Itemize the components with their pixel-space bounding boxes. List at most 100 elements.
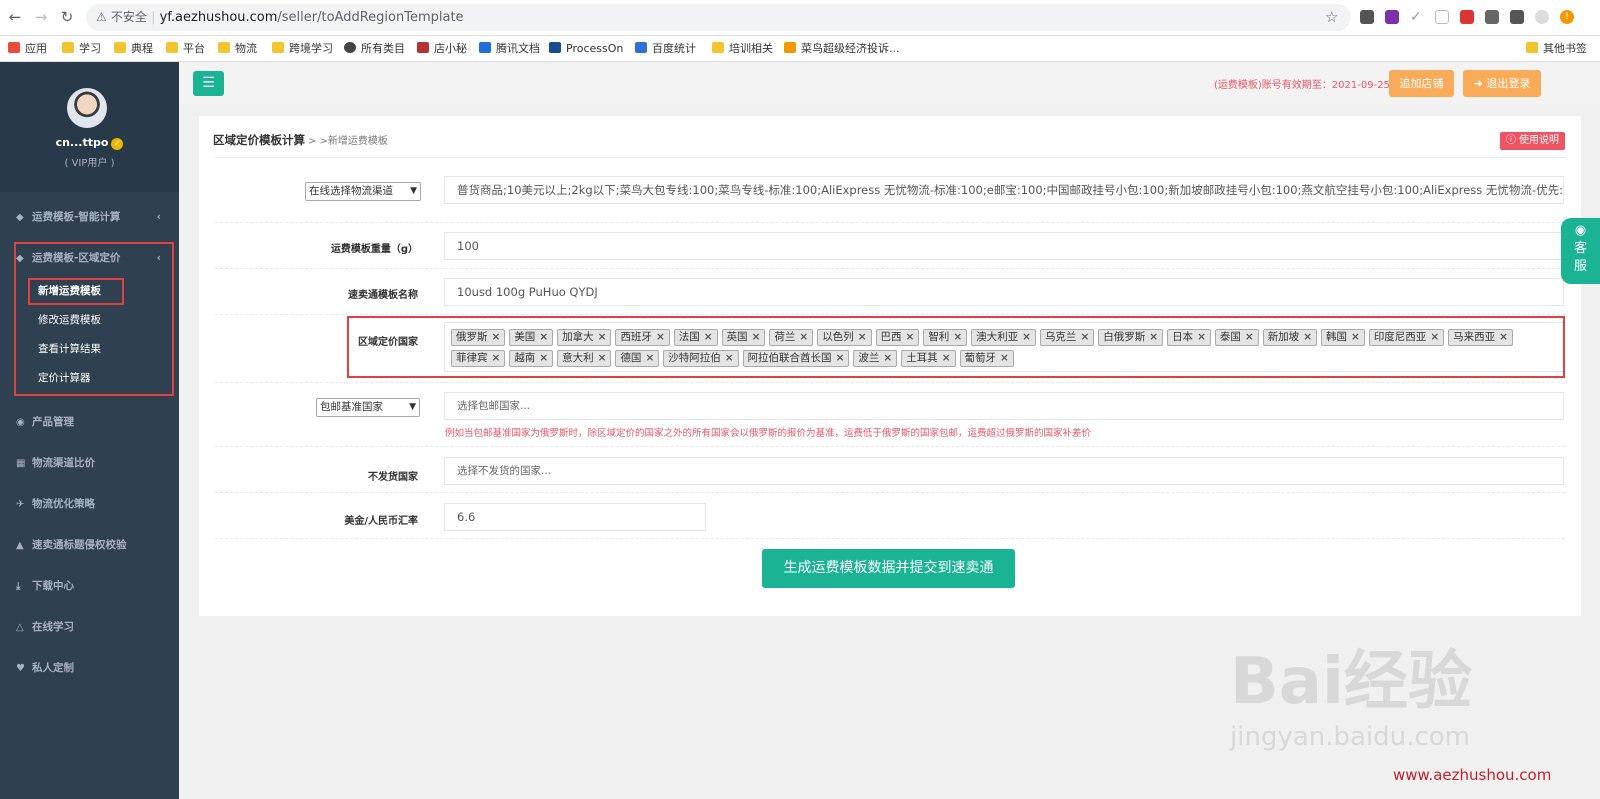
menu-label: 产品管理 [32,416,74,428]
download-icon: ⤓ [16,581,21,592]
base-country-select[interactable]: 包邮基准国家 ▼ [316,398,420,417]
weight-input[interactable]: 100 [444,232,1564,260]
heart-icon: ♥ [16,663,25,674]
select-value: 在线选择物流渠道 [309,185,393,197]
logout-button[interactable]: ➜ 退出登录 [1463,70,1541,97]
bookmark-item[interactable]: 典程 [114,42,153,56]
chevron-down-icon: ▼ [410,186,417,196]
menu-label: 运费模板-智能计算 [32,211,121,223]
divider [215,382,1565,383]
breadcrumb: > >新增运费模板 [308,136,388,147]
site-icon [417,42,429,53]
help-label: 使用说明 [1519,135,1559,146]
username[interactable]: cn...ttpo ✓ [0,136,179,150]
question-icon: ⓘ [1505,135,1519,146]
bookmark-label: ProcessOn [566,42,624,55]
puzzle-icon[interactable] [1510,10,1524,24]
folder-icon [1526,42,1538,53]
chevron-down-icon: ▼ [409,402,416,412]
extension-icon[interactable] [1460,10,1474,24]
back-icon[interactable]: ← [6,8,24,26]
base-country-input[interactable]: 选择包邮国家... [444,392,1564,420]
divider [215,268,1565,269]
bookmark-item[interactable]: 物流 [218,42,257,56]
expiry-text: (运费模板)账号有效期至：2021-09-25 [1214,80,1390,91]
alert-icon[interactable]: ! [1560,10,1574,24]
bookmark-item[interactable]: 菜鸟超级经济投诉... [784,42,900,56]
site-icon [479,42,491,53]
menu-smart-calc[interactable]: ◆ 运费模板-智能计算 ‹ [0,199,179,235]
address-bar[interactable]: ⚠ 不安全 | yf.aezhushou.com/seller/toAddReg… [86,4,1351,31]
bookmark-other[interactable]: 其他书签 [1526,42,1587,56]
menu-label: 物流优化策略 [32,498,95,510]
bookmark-apps[interactable]: 应用 [8,42,47,56]
folder-icon [712,42,724,53]
extension-icon[interactable] [1435,10,1449,24]
highlight-box [347,316,1565,378]
bookmark-item[interactable]: 学习 [62,42,101,56]
extension-icon[interactable] [1485,10,1499,24]
generate-submit-button[interactable]: 生成运费模板数据并提交到速卖通 [762,549,1015,588]
bookmark-item[interactable]: 店小秘 [417,42,467,56]
page-title: 区域定价模板计算 > >新增运费模板 [213,132,388,148]
bookmark-label: 店小秘 [434,42,467,55]
warning-icon: ▲ [16,540,24,551]
bookmark-item[interactable]: 平台 [166,42,205,56]
extension-icon[interactable] [1385,10,1399,24]
menu-channel-compare[interactable]: ▦ 物流渠道比价 [0,445,179,481]
plane-icon: ✈ [16,499,25,510]
globe-icon [344,42,356,53]
profile-icon[interactable] [1535,10,1549,24]
folder-icon [114,42,126,53]
customer-service-tab[interactable]: ◉ 客服 [1561,218,1600,284]
menu-logistics-strategy[interactable]: ✈ 物流优化策略 [0,486,179,522]
template-name-label: 速卖通模板名称 [348,290,418,301]
folder-icon [272,42,284,53]
no-ship-input[interactable]: 选择不发货的国家... [444,457,1564,485]
bookmark-label: 百度统计 [652,42,696,55]
bookmark-item[interactable]: 培训相关 [712,42,773,56]
menu-learning[interactable]: △ 在线学习 [0,609,179,645]
bookmark-label: 典程 [131,42,153,55]
site-icon [549,42,561,53]
help-button[interactable]: ⓘ 使用说明 [1499,132,1565,150]
cube-icon: ◉ [16,417,25,428]
template-name-input[interactable]: 10usd 100g PuHuo QYDJ [444,278,1564,306]
qr-icon[interactable] [1360,10,1374,24]
menu-products[interactable]: ◉ 产品管理 [0,404,179,440]
channel-select[interactable]: 在线选择物流渠道 ▼ [305,182,421,201]
forward-icon[interactable]: → [32,8,50,26]
bookmark-item[interactable]: 百度统计 [635,42,696,56]
menu-custom[interactable]: ♥ 私人定制 [0,650,179,686]
bookmark-item[interactable]: 所有类目 [344,42,405,56]
diamond-icon: ◆ [16,212,24,223]
check-icon[interactable]: ✓ [1410,10,1424,24]
bookmark-item[interactable]: ProcessOn [549,42,623,56]
profile: cn...ttpo ✓ ( VIP用户 ) [0,62,179,192]
bookmark-item[interactable]: 腾讯文档 [479,42,540,56]
bookmark-label: 物流 [235,42,257,55]
url-host: yf.aezhushou.com [159,10,278,25]
reload-icon[interactable]: ↻ [58,8,76,26]
menu-label: 下载中心 [32,580,74,592]
bookmark-label: 跨境学习 [289,42,333,55]
menu-toggle-button[interactable]: ☰ [193,71,224,96]
logout-label: 退出登录 [1486,77,1531,90]
url-path: /seller/toAddRegionTemplate [277,10,464,25]
divider [215,538,1565,539]
vip-label: ( VIP用户 ) [64,158,115,169]
menu-title-check[interactable]: ▲ 速卖通标题侵权校验 [0,527,179,563]
bookmark-label: 学习 [79,42,101,55]
menu-downloads[interactable]: ⤓ 下载中心 [0,568,179,604]
bookmark-item[interactable]: 跨境学习 [272,42,333,56]
exchange-rate-label: 美金/人民币汇率 [344,516,418,527]
star-icon[interactable]: ☆ [1325,8,1338,26]
add-shop-button[interactable]: 追加店铺 [1389,70,1454,97]
avatar[interactable] [67,88,107,128]
username-text: cn...ttpo [55,136,109,149]
service-label: 客服 [1573,241,1587,274]
channel-input[interactable]: 普货商品;10美元以上;2kg以下;菜鸟大包专线:100;菜鸟专线-标准:100… [444,176,1564,204]
divider [215,314,1565,315]
exchange-rate-input[interactable]: 6.6 [444,503,706,531]
divider [215,222,1565,223]
